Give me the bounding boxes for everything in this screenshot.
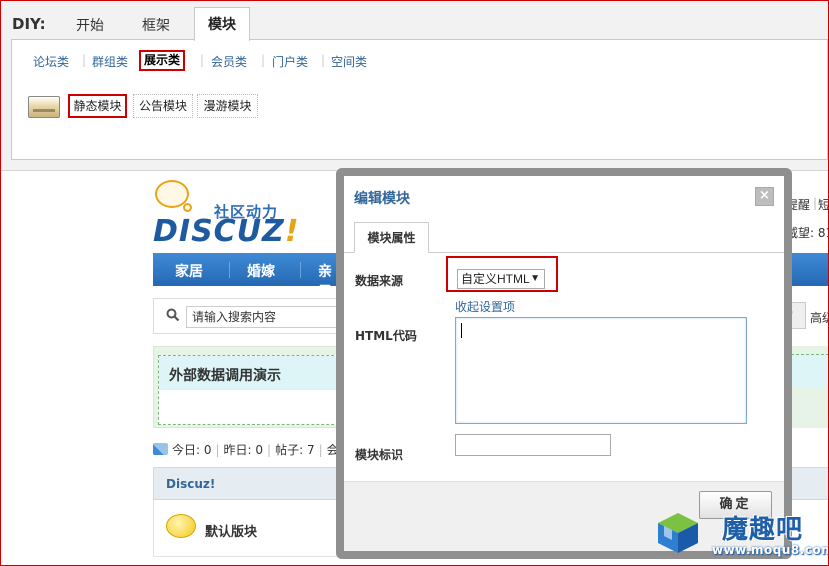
- stat-posts: 帖子: 7: [275, 443, 315, 457]
- text-caret: [461, 323, 462, 338]
- watermark-text: 魔趣吧: [722, 515, 804, 545]
- diy-drop-area: 外部数据调用演示: [153, 346, 345, 428]
- user-bar-divider: |: [813, 196, 818, 210]
- forum-category-header[interactable]: Discuz!: [153, 467, 343, 500]
- watermark-url: www.moqu8.com: [712, 543, 829, 557]
- module-panel: 论坛类 | 群组类 展示类 | 会员类 | 门户类 | 空间类 静态模块 公告模…: [11, 39, 828, 160]
- collapse-settings-link[interactable]: 收起设置项: [455, 298, 515, 315]
- prestige-value: 威望: 81: [786, 226, 829, 240]
- forum-name-link[interactable]: 默认版块: [205, 521, 257, 540]
- tab-module-properties[interactable]: 模块属性: [354, 222, 429, 253]
- main-nav: 家居 婚嫁 亲子: [153, 253, 343, 300]
- html-code-label: HTML代码: [355, 329, 417, 343]
- edit-module-dialog: 编辑模块 × 模块属性 数据来源 自定义HTML ▼ 收起设置项 HTML代码 …: [336, 168, 792, 559]
- search-input[interactable]: 请输入搜索内容: [186, 306, 344, 328]
- logo-mark: !: [284, 214, 300, 249]
- tab-frame[interactable]: 框架: [142, 15, 170, 35]
- stat-today: 今日: 0: [172, 443, 212, 457]
- search-icon: [166, 308, 180, 325]
- advanced-search-link[interactable]: 高级: [810, 309, 829, 326]
- module-roam-button[interactable]: 漫游模块: [197, 94, 258, 118]
- category-divider: |: [261, 53, 266, 67]
- html-code-textarea[interactable]: [455, 317, 747, 424]
- category-group[interactable]: 群组类: [92, 53, 128, 70]
- logo-word: DISCUZ: [153, 214, 285, 249]
- module-id-input[interactable]: [455, 434, 611, 456]
- search-bar: 请输入搜索内容: [153, 298, 344, 334]
- site-watermark: 魔趣吧 www.moqu8.com: [652, 505, 829, 566]
- nav-divider: [300, 262, 301, 278]
- category-divider: |: [82, 53, 87, 67]
- tab-module[interactable]: 模块: [194, 7, 250, 41]
- category-divider: |: [200, 53, 205, 67]
- close-icon[interactable]: ×: [755, 187, 774, 206]
- category-divider: |: [321, 53, 326, 67]
- diy-frame: 外部数据调用演示: [158, 355, 345, 425]
- stats-chart-icon: [153, 443, 168, 455]
- module-notice-button[interactable]: 公告模块: [133, 94, 193, 118]
- nav-item-wedding[interactable]: 婚嫁: [247, 261, 275, 281]
- logo-bubble-tail: [183, 203, 192, 212]
- category-member[interactable]: 会员类: [211, 53, 247, 70]
- demo-block-title: 外部数据调用演示: [159, 356, 345, 390]
- module-id-label: 模块标识: [355, 448, 404, 462]
- stat-yesterday: 昨日: 0: [223, 443, 264, 457]
- diy-label: DIY:: [12, 15, 46, 33]
- source-label: 数据来源: [355, 274, 404, 288]
- site-logo[interactable]: DISCUZ!: [153, 214, 300, 249]
- forum-stats: 今日: 0 | 昨日: 0 | 帖子: 7 | 会: [153, 441, 339, 458]
- watermark-cube-icon: [658, 513, 698, 553]
- module-static-button[interactable]: 静态模块: [68, 94, 127, 118]
- forum-status-icon: [166, 514, 196, 538]
- dialog-title: 编辑模块: [354, 191, 410, 207]
- tab-start[interactable]: 开始: [76, 15, 104, 35]
- messages-link[interactable]: 短: [818, 196, 829, 213]
- category-forum[interactable]: 论坛类: [33, 53, 69, 70]
- category-space[interactable]: 空间类: [331, 53, 367, 70]
- forum-row: 默认版块: [153, 500, 343, 557]
- category-portal[interactable]: 门户类: [272, 53, 308, 70]
- category-display[interactable]: 展示类: [139, 50, 185, 71]
- data-source-select[interactable]: 自定义HTML ▼: [457, 269, 545, 289]
- nav-item-home[interactable]: 家居: [175, 261, 203, 281]
- chevron-down-icon: ▼: [530, 273, 540, 284]
- diy-toolbar: DIY: 开始 框架 模块 论坛类 | 群组类 展示类 | 会员类 | 门户类 …: [1, 1, 828, 171]
- data-source-value: 自定义HTML: [461, 272, 530, 286]
- module-card-icon: [28, 96, 60, 118]
- forum-category-header-continuation: [786, 467, 829, 500]
- demo-block-continuation: [786, 354, 829, 388]
- nav-divider: [229, 262, 230, 278]
